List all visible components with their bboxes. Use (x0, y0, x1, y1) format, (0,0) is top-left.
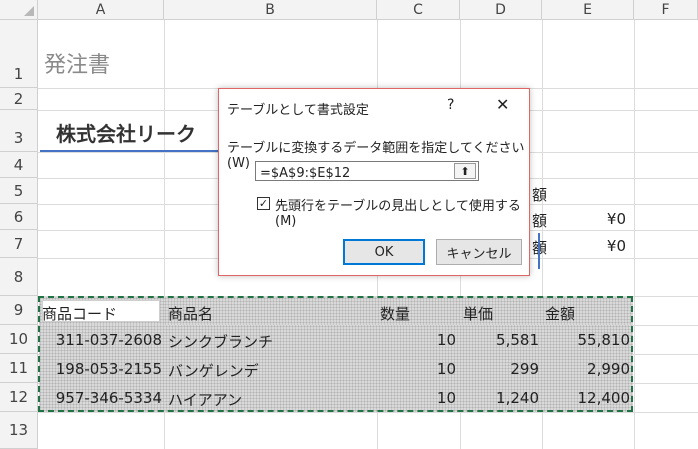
range-input[interactable] (256, 164, 454, 183)
header-row-checkbox-label[interactable]: 先頭行をテーブルの見出しとして使用する(M) (275, 195, 529, 229)
label-e5-partial: 額 (532, 186, 548, 204)
row-header-12[interactable]: 12 (0, 383, 38, 412)
row-header-5[interactable]: 5 (0, 178, 38, 204)
gridline (38, 412, 698, 413)
row-header-1[interactable]: 1 (0, 20, 38, 88)
column-header-a[interactable]: A (38, 0, 164, 20)
collapse-dialog-icon[interactable]: ⬆ (454, 163, 476, 179)
row-header-2[interactable]: 2 (0, 88, 38, 110)
cancel-button[interactable]: キャンセル (436, 239, 522, 265)
row-header-8[interactable]: 8 (0, 258, 38, 296)
header-row-checkbox[interactable]: ✓ (257, 197, 270, 210)
gridline (634, 20, 635, 449)
column-header-f[interactable]: F (634, 0, 698, 20)
row-header-10[interactable]: 10 (0, 325, 38, 354)
column-header-e[interactable]: E (542, 0, 634, 20)
row-header-7[interactable]: 7 (0, 230, 38, 258)
column-header-d[interactable]: D (460, 0, 542, 20)
format-as-table-dialog: テーブルとして書式設定 ? ✕ テーブルに変換するデータ範囲を指定してください(… (218, 88, 530, 276)
ok-button[interactable]: OK (343, 239, 425, 265)
help-icon[interactable]: ? (447, 97, 454, 113)
label-border (538, 233, 540, 269)
row-header-11[interactable]: 11 (0, 354, 38, 383)
amount-e6: ¥0 (606, 210, 626, 228)
selection-marquee (38, 296, 633, 412)
column-header-c[interactable]: C (377, 0, 460, 20)
dialog-title: テーブルとして書式設定 (227, 103, 369, 118)
row-header-9[interactable]: 9 (0, 296, 38, 325)
column-header-b[interactable]: B (164, 0, 377, 20)
company-name: 株式会社リーク (56, 122, 196, 146)
company-underline (40, 150, 220, 152)
row-header-4[interactable]: 4 (0, 152, 38, 178)
sheet-title: 発注書 (44, 53, 111, 78)
close-icon[interactable]: ✕ (496, 95, 509, 114)
select-all-corner[interactable] (0, 0, 38, 20)
row-header-3[interactable]: 3 (0, 110, 38, 152)
amount-e7: ¥0 (606, 237, 626, 255)
label-e6-partial: 額 (532, 212, 548, 230)
range-field[interactable]: ⬆ (255, 161, 479, 183)
row-header-13[interactable]: 13 (0, 412, 38, 449)
row-header-6[interactable]: 6 (0, 204, 38, 230)
